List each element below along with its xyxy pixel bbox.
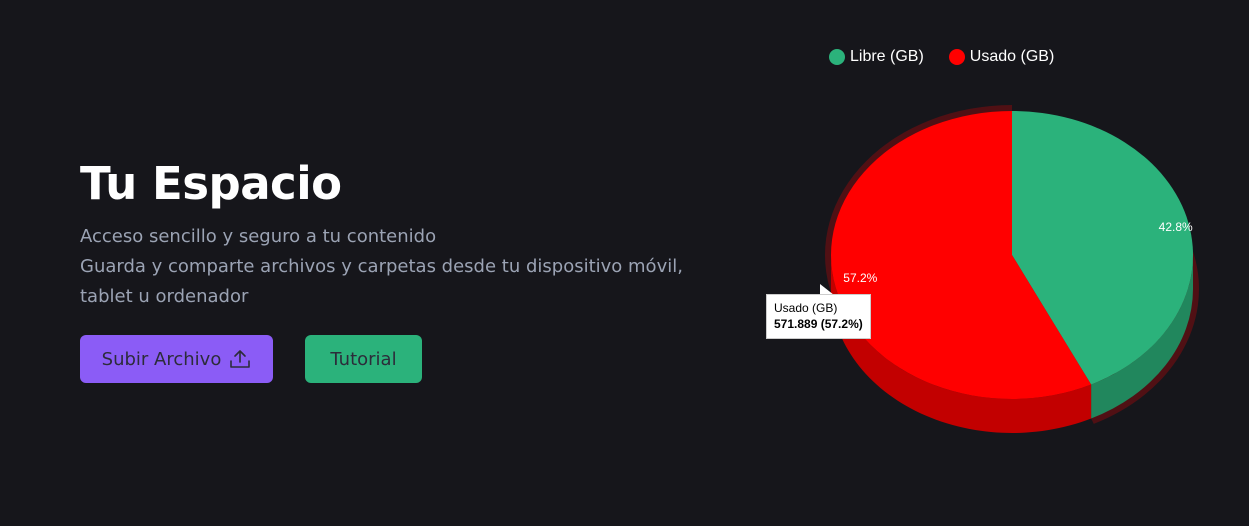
tooltip-title: Usado (GB) <box>774 301 838 315</box>
upload-icon <box>229 349 251 369</box>
upload-button-label: Subir Archivo <box>101 348 222 370</box>
upload-file-button[interactable]: Subir Archivo <box>80 335 273 383</box>
hero-description: Acceso sencillo y seguro a tu contenido … <box>80 222 720 312</box>
pie-svg: 42.8% 57.2% <box>825 105 1199 434</box>
chart-tooltip: Usado (GB) 571.889 (57.2%) <box>766 294 871 339</box>
pie-data-label-0: 42.8% <box>1159 220 1193 234</box>
hero-actions: Subir Archivo Tutorial <box>80 335 720 383</box>
storage-pie-chart: Libre (GB) Usado (GB) 42.8% 57.2% Usado (… <box>760 30 1230 500</box>
description-line-3: tablet u ordenador <box>80 286 249 307</box>
hero-section: Tu Espacio Acceso sencillo y seguro a tu… <box>80 155 720 383</box>
tutorial-button[interactable]: Tutorial <box>305 335 422 383</box>
tooltip-value: 571.889 (57.2%) <box>774 317 863 331</box>
description-line-2: Guarda y comparte archivos y carpetas de… <box>80 256 683 277</box>
page-title: Tu Espacio <box>80 157 342 210</box>
description-line-1: Acceso sencillo y seguro a tu contenido <box>80 226 437 247</box>
pie-data-label-1: 57.2% <box>843 271 877 285</box>
